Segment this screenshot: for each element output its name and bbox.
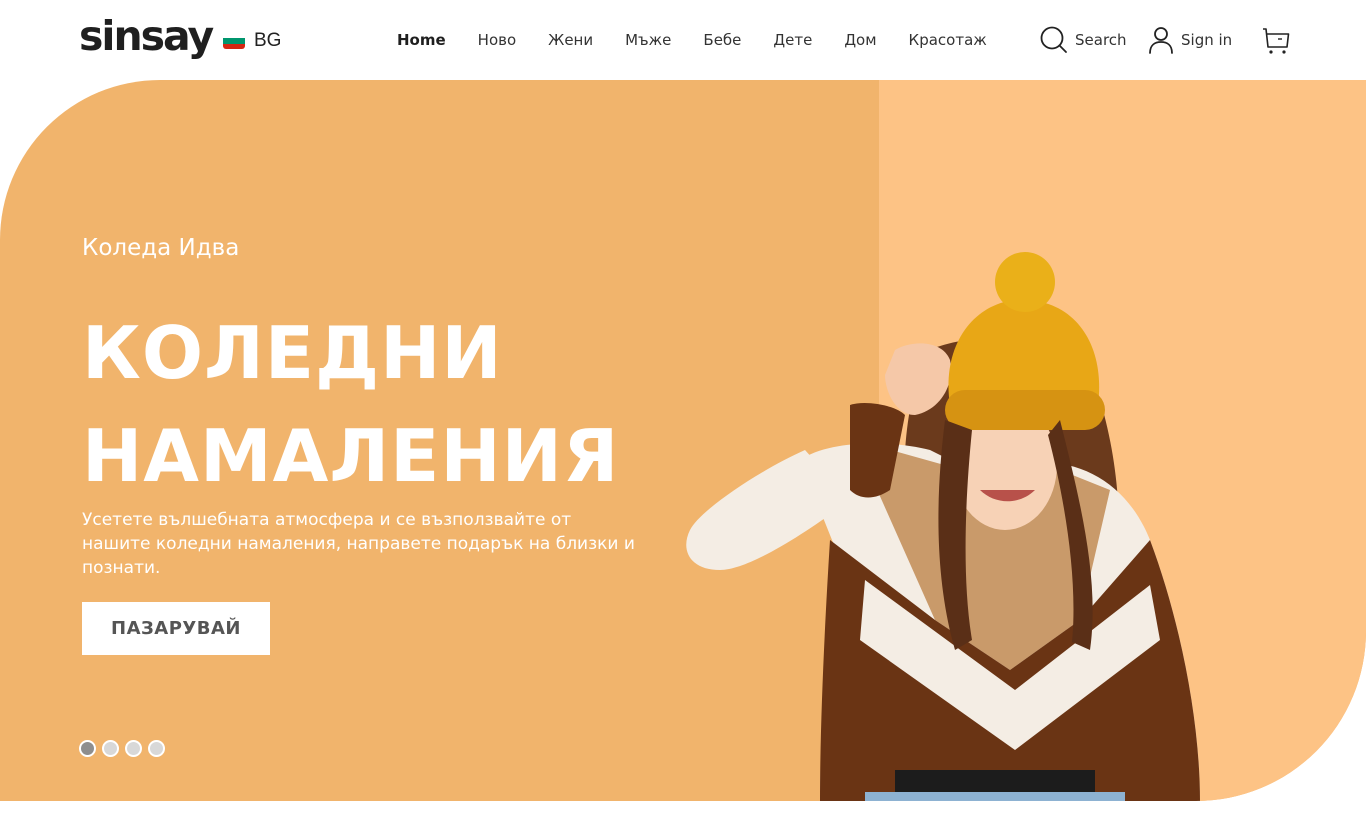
bulgaria-flag-icon [223, 33, 245, 49]
language-code: BG [254, 30, 282, 51]
search-label: Search [1075, 31, 1127, 49]
sign-in-label: Sign in [1181, 31, 1233, 49]
nav-item-baby[interactable]: Бебе [703, 31, 741, 49]
main-nav: Home Ново Жени Мъже Бебе Дете Дом Красот… [397, 31, 987, 49]
language-selector[interactable]: BG [223, 30, 281, 52]
hero-title-line-1: КОЛЕДНИ [82, 311, 503, 395]
brand-logo[interactable]: sinsay [79, 16, 214, 57]
search-icon [1040, 26, 1067, 53]
hero-banner: Коледа Идва КОЛЕДНИ НАМАЛЕНИЯ Усетете въ… [0, 80, 1366, 801]
nav-item-kids[interactable]: Дете [773, 31, 812, 49]
nav-item-beauty[interactable]: Красотаж [909, 31, 987, 49]
hero-description: Усетете вълшебната атмосфера и се възпол… [82, 510, 635, 578]
carousel-dots [79, 740, 165, 757]
sign-in-button[interactable]: Sign in [1148, 26, 1232, 54]
nav-item-men[interactable]: Мъже [625, 31, 671, 49]
cart-icon [1263, 28, 1290, 54]
hero-eyebrow: Коледа Идва [82, 235, 240, 261]
carousel-dot-1[interactable] [79, 740, 96, 757]
user-icon [1149, 27, 1173, 54]
carousel-dot-3[interactable] [125, 740, 142, 757]
carousel-dot-2[interactable] [102, 740, 119, 757]
shop-now-button[interactable]: ПАЗАРУВАЙ [82, 602, 270, 655]
nav-item-home-decor[interactable]: Дом [844, 31, 876, 49]
site-header: sinsay BG Home Ново Жени Мъже Бебе Дете … [0, 0, 1366, 80]
cart-button[interactable] [1262, 26, 1290, 56]
hero-title: КОЛЕДНИ НАМАЛЕНИЯ [82, 302, 682, 508]
search-button[interactable]: Search [1040, 26, 1127, 54]
nav-item-home[interactable]: Home [397, 31, 446, 49]
nav-item-new[interactable]: Ново [478, 31, 516, 49]
nav-item-women[interactable]: Жени [548, 31, 593, 49]
carousel-dot-4[interactable] [148, 740, 165, 757]
hero-title-line-2: НАМАЛЕНИЯ [82, 414, 620, 498]
hero-model-illustration [686, 252, 1200, 801]
